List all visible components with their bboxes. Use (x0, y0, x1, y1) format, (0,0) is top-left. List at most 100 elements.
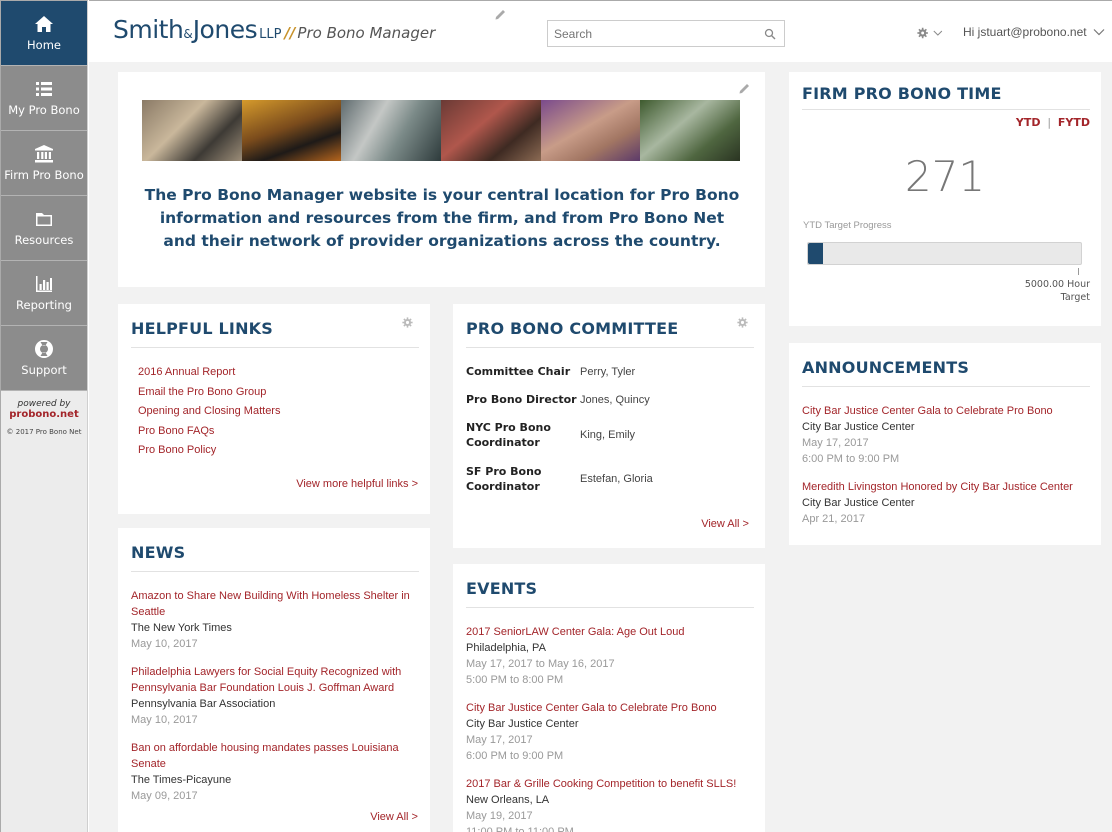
progress-label: YTD Target Progress (803, 220, 892, 231)
nav-support-label: Support (21, 363, 67, 377)
edit-pencil-icon[interactable] (494, 9, 506, 21)
target-line2: Target (1060, 292, 1090, 303)
nav-support[interactable]: Support (1, 326, 87, 391)
copyright: © 2017 Pro Bono Net (6, 428, 82, 436)
committee-view-all[interactable]: View All > (701, 518, 749, 530)
folder-icon (36, 213, 52, 226)
committee-member[interactable]: Perry, Tyler (580, 366, 635, 378)
nav-home[interactable]: Home (1, 1, 87, 66)
gear-icon[interactable] (402, 317, 413, 328)
ytd-progress-fill (808, 243, 823, 264)
news-headline[interactable]: Ban on affordable housing mandates passe… (131, 740, 417, 772)
gear-icon[interactable] (737, 317, 748, 328)
helpful-link[interactable]: 2016 Annual Report (138, 366, 280, 378)
firm-time-title: FIRM PRO BONO TIME (802, 84, 1002, 103)
events-title: EVENTS (466, 579, 538, 598)
chevron-down-icon (1093, 29, 1105, 36)
event-name[interactable]: 2017 SeniorLAW Center Gala: Age Out Loud (466, 624, 752, 640)
helpful-link[interactable]: Email the Pro Bono Group (138, 386, 280, 398)
logo-slashes: // (284, 24, 296, 42)
settings-menu[interactable] (917, 25, 943, 41)
list-icon (36, 82, 52, 96)
banner-photo (441, 100, 541, 161)
nav-firm-pro-bono-label: Firm Pro Bono (4, 168, 84, 182)
event-name[interactable]: City Bar Justice Center Gala to Celebrat… (466, 700, 752, 716)
nav-reporting[interactable]: Reporting (1, 261, 87, 326)
event-location: Philadelphia, PA (466, 642, 546, 654)
divider (802, 109, 1090, 110)
nav-firm-pro-bono[interactable]: Firm Pro Bono (1, 131, 87, 196)
banner-photo-strip (142, 100, 741, 161)
search-input[interactable] (548, 21, 758, 47)
lifebuoy-icon (34, 340, 53, 358)
events-panel: EVENTS 2017 SeniorLAW Center Gala: Age O… (453, 564, 765, 832)
total-hours: 271 (904, 152, 986, 201)
news-source: Pennsylvania Bar Association (131, 698, 276, 710)
banner-photo (540, 100, 641, 161)
logo-jones: Jones (192, 15, 258, 44)
view-more-helpful-links[interactable]: View more helpful links > (296, 478, 418, 490)
news-headline[interactable]: Amazon to Share New Building With Homele… (131, 588, 417, 620)
committee-panel: PRO BONO COMMITTEE Committee Chair Perry… (453, 304, 765, 548)
news-view-all[interactable]: View All > (370, 811, 418, 823)
banner-photo (241, 100, 342, 161)
powered-by-text: powered by (17, 399, 71, 409)
committee-row: Pro Bono Director Jones, Quincy (466, 392, 756, 407)
announcement-headline[interactable]: Meredith Livingston Honored by City Bar … (802, 479, 1088, 495)
announcement-source: City Bar Justice Center (802, 497, 915, 509)
welcome-banner: The Pro Bono Manager website is your cen… (118, 72, 765, 287)
helpful-links-list: 2016 Annual Report Email the Pro Bono Gr… (138, 366, 280, 464)
logo-llp: LLP (259, 27, 282, 42)
committee-member[interactable]: King, Emily (580, 429, 635, 441)
nav-resources-label: Resources (14, 233, 74, 247)
announcement-headline[interactable]: City Bar Justice Center Gala to Celebrat… (802, 403, 1088, 419)
event-location: City Bar Justice Center (466, 718, 579, 730)
powered-by: powered by probono.net (1, 399, 87, 420)
gear-icon (917, 27, 928, 39)
ytd-progress-bar (807, 242, 1082, 265)
nav-home-label: Home (27, 38, 61, 52)
committee-row: Committee Chair Perry, Tyler (466, 364, 756, 379)
nav-my-pro-bono[interactable]: My Pro Bono (1, 66, 87, 131)
nav-reporting-label: Reporting (16, 298, 72, 312)
fytd-toggle[interactable]: FYTD (1058, 116, 1090, 129)
divider (131, 347, 419, 348)
event-name[interactable]: 2017 Bar & Grille Cooking Competition to… (466, 776, 752, 792)
helpful-link[interactable]: Pro Bono Policy (138, 444, 280, 456)
helpful-links-panel: HELPFUL LINKS 2016 Annual Report Email t… (118, 304, 430, 514)
divider (466, 347, 754, 348)
committee-role: SF Pro Bono Coordinator (466, 465, 542, 493)
news-item: Ban on affordable housing mandates passe… (131, 740, 417, 804)
committee-title: PRO BONO COMMITTEE (466, 319, 679, 338)
nav-resources[interactable]: Resources (1, 196, 87, 261)
announcements-title: ANNOUNCEMENTS (802, 358, 970, 377)
dashboard-main: The Pro Bono Manager website is your cen… (89, 62, 1112, 832)
committee-role: Pro Bono Director (466, 393, 577, 406)
announcement-time: 6:00 PM to 9:00 PM (802, 453, 900, 465)
divider (802, 386, 1090, 387)
probono-net-link[interactable]: probono.net (1, 409, 87, 420)
welcome-text: The Pro Bono Manager website is your cen… (144, 186, 740, 250)
announcement-item: Meredith Livingston Honored by City Bar … (802, 479, 1088, 527)
committee-member[interactable]: Estefan, Gloria (580, 473, 653, 485)
logo-amp: & (183, 27, 193, 41)
news-panel: NEWS Amazon to Share New Building With H… (118, 528, 430, 832)
chevron-down-icon (933, 30, 943, 36)
helpful-link[interactable]: Opening and Closing Matters (138, 405, 280, 417)
target-tick (1078, 268, 1079, 275)
ytd-toggle[interactable]: YTD (1016, 116, 1041, 129)
announcement-date: May 17, 2017 (802, 437, 869, 449)
news-headline[interactable]: Philadelphia Lawyers for Social Equity R… (131, 664, 417, 696)
committee-member[interactable]: Jones, Quincy (580, 394, 650, 406)
search-icon[interactable] (764, 28, 776, 40)
firm-logo[interactable]: Smith&Jones LLP//Pro Bono Manager (113, 15, 435, 44)
event-time: 6:00 PM to 9:00 PM (466, 750, 564, 762)
edit-pencil-icon[interactable] (738, 83, 750, 95)
bar-chart-icon (36, 276, 52, 292)
user-menu[interactable]: Hi jstuart@probono.net (963, 25, 1105, 39)
committee-row: SF Pro Bono Coordinator Estefan, Gloria (466, 464, 756, 494)
helpful-links-title: HELPFUL LINKS (131, 319, 273, 338)
announcement-item: City Bar Justice Center Gala to Celebrat… (802, 403, 1088, 467)
news-item: Philadelphia Lawyers for Social Equity R… (131, 664, 417, 728)
helpful-link[interactable]: Pro Bono FAQs (138, 425, 280, 437)
